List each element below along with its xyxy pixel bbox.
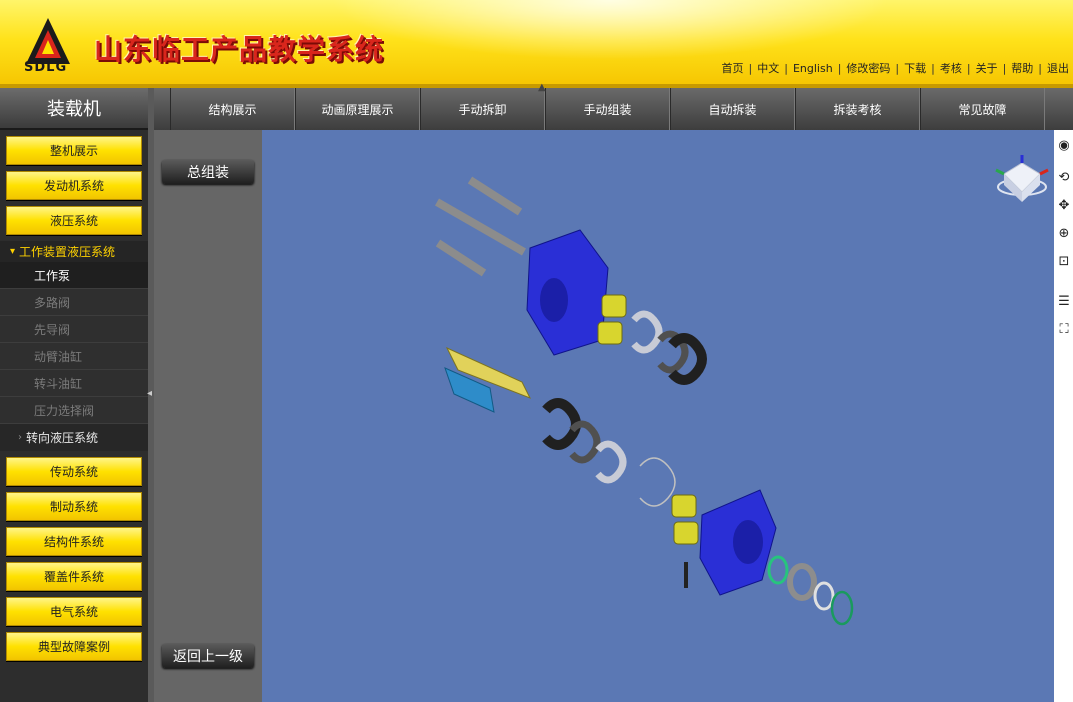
top-links: 首页 | 中文 | English | 修改密码 | 下载 | 考核 | 关于 | 帮助 | 退… [721, 60, 1069, 76]
category-cover[interactable]: 覆盖件系统 [6, 562, 142, 591]
link-english[interactable]: English [793, 62, 833, 75]
sub-item-multi-valve[interactable]: 多路阀 [0, 289, 148, 316]
category-brake[interactable]: 制动系统 [6, 492, 142, 521]
app-title: 山东临工产品教学系统 [94, 33, 385, 66]
product-title: 装载机 [0, 88, 148, 130]
tree-icon[interactable]: ☰ [1056, 294, 1072, 310]
link-logout[interactable]: 退出 [1047, 60, 1069, 76]
logo-text: SDLG [24, 60, 68, 75]
sub-item-work-pump[interactable]: 工作泵 [0, 262, 148, 289]
category-fault-cases[interactable]: 典型故障案例 [6, 632, 142, 661]
sub-item-pilot-valve[interactable]: 先导阀 [0, 316, 148, 343]
link-about[interactable]: 关于 [976, 60, 998, 76]
pan-icon[interactable]: ✥ [1056, 198, 1072, 214]
group-label: 工作装置液压系统 [19, 245, 116, 259]
category-engine[interactable]: 发动机系统 [6, 171, 142, 200]
3d-viewer[interactable] [262, 130, 1054, 702]
bearing-parts [767, 555, 854, 626]
tab-auto-assembly[interactable]: 自动拆装 [670, 88, 795, 130]
tab-bar: ▲ 结构展示 动画原理展示 手动拆卸 手动组装 自动拆装 拆装考核 常见故障 [154, 82, 1073, 130]
category-electrical[interactable]: 电气系统 [6, 597, 142, 626]
sidebar: 装载机 整机展示 发动机系统 液压系统 ▾ 工作装置液压系统 工作泵 多路阀 先… [0, 88, 148, 702]
link-home[interactable]: 首页 [722, 60, 744, 76]
rotate-icon[interactable]: ⟲ [1056, 170, 1072, 186]
exploded-pump-model [435, 155, 1049, 626]
pump-housing-bottom [699, 489, 777, 596]
group-label: 转向液压系统 [26, 431, 99, 445]
viewer-toolbar: ◉ ⟲ ✥ ⊕ ⊡ ☰ ⛶ [1054, 130, 1073, 702]
link-exam[interactable]: 考核 [940, 60, 962, 76]
view-cube-icon[interactable] [995, 155, 1049, 202]
back-button[interactable]: 返回上一级 [162, 644, 254, 668]
zoom-icon[interactable]: ⊕ [1056, 226, 1072, 242]
full-assembly-button[interactable]: 总组装 [162, 160, 254, 184]
chevron-up-icon[interactable]: ▲ [538, 82, 546, 93]
group-steering-hydraulic[interactable]: › 转向液压系统 [0, 424, 148, 451]
chevron-right-icon: › [18, 432, 22, 443]
zoom-window-icon[interactable]: ⊡ [1056, 254, 1072, 270]
tab-manual-assembly[interactable]: 手动组装 [545, 88, 670, 130]
toolbar-toggle-icon[interactable]: ◉ [1056, 138, 1072, 154]
header: SDLG 山东临工产品教学系统 首页 | 中文 | English | 修改密码 | 下… [0, 0, 1073, 88]
chevron-down-icon: ▾ [10, 246, 16, 257]
app-window: SDLG 山东临工产品教学系统 首页 | 中文 | English | 修改密码 | 下… [0, 0, 1073, 702]
pump-housing-top [526, 229, 609, 356]
tab-assembly-exam[interactable]: 拆装考核 [795, 88, 920, 130]
link-change-password[interactable]: 修改密码 [846, 60, 890, 76]
bushings-bottom [671, 494, 699, 545]
category-structure[interactable]: 结构件系统 [6, 527, 142, 556]
step-panel: 总组装 返回上一级 [154, 130, 262, 702]
sub-item-boom-cylinder[interactable]: 动臂油缸 [0, 343, 148, 370]
bolt-parts [435, 176, 526, 277]
gear-shafts [444, 346, 532, 413]
tab-structure[interactable]: 结构展示 [170, 88, 295, 130]
link-chinese[interactable]: 中文 [757, 60, 779, 76]
category-transmission[interactable]: 传动系统 [6, 457, 142, 486]
sub-item-pressure-valve[interactable]: 压力选择阀 [0, 397, 148, 424]
fit-icon[interactable]: ⛶ [1056, 322, 1072, 338]
hydraulic-subgroup: ▾ 工作装置液压系统 工作泵 多路阀 先导阀 动臂油缸 转斗油缸 压力选择阀 ›… [0, 241, 148, 451]
tab-manual-disassembly[interactable]: 手动拆卸 [420, 88, 545, 130]
link-help[interactable]: 帮助 [1011, 60, 1033, 76]
sub-item-bucket-cylinder[interactable]: 转斗油缸 [0, 370, 148, 397]
tab-common-faults[interactable]: 常见故障 [920, 88, 1045, 130]
group-work-hydraulic[interactable]: ▾ 工作装置液压系统 [0, 241, 148, 262]
category-hydraulic[interactable]: 液压系统 [6, 206, 142, 235]
tab-animation[interactable]: 动画原理展示 [295, 88, 420, 130]
category-whole-machine[interactable]: 整机展示 [6, 136, 142, 165]
chevron-left-icon: ◂ [147, 388, 153, 399]
link-download[interactable]: 下载 [904, 60, 926, 76]
